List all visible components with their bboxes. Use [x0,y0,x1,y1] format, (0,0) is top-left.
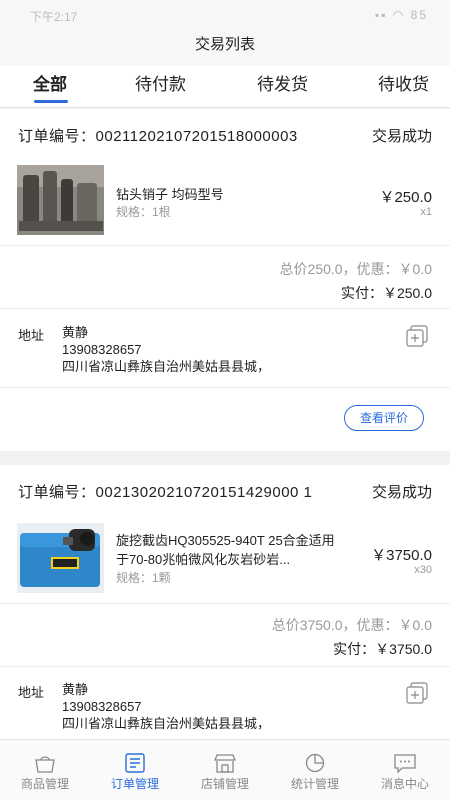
bottom-navigation: 商品管理 订单管理 店铺管理 统计管理 消息中心 [0,739,450,800]
address-label: 地址 [18,685,45,700]
nav-statistics[interactable]: 统计管理 [270,740,360,800]
nav-label: 店铺管理 [200,777,249,791]
order-list-icon [125,753,145,773]
view-review-button[interactable]: 查看评价 [344,405,424,431]
order-paid: 实付：￥3750.0 [333,641,432,657]
order-number: 订单编号：00211202107201518000003 [18,125,298,146]
nav-message-center[interactable]: 消息中心 [360,740,450,800]
product-name: 旋挖截齿HQ305525-940T 25合金适用于70-80兆帕微风化灰岩砂岩.… [116,533,335,567]
recipient-address: 四川省凉山彝族自治州美姑县县城， [62,716,271,731]
product-name: 钻头销子 均码型号 [116,187,224,202]
nav-label: 统计管理 [290,777,339,791]
divider [0,245,450,246]
order-number-label: 订单编号： [18,484,96,501]
divider [0,387,450,388]
order-card[interactable]: 订单编号：00211202107201518000003 交易成功 钻头销子 均… [0,109,450,451]
order-number-value: 00213020210720151429000 1 [95,484,313,501]
recipient-phone: 13908328657 [62,342,142,357]
product-image[interactable] [17,523,104,593]
divider [0,308,450,309]
tab-all[interactable]: 全部 [33,70,67,95]
tab-pending-payment[interactable]: 待付款 [135,70,186,95]
divider [0,666,450,667]
tab-pending-shipment[interactable]: 待发货 [257,70,308,95]
recipient-phone: 13908328657 [62,699,142,714]
product-price: ￥250.0 [379,189,432,206]
store-icon [214,754,236,773]
product-quantity: x1 [420,206,432,218]
active-tab-indicator [34,100,68,103]
bag-icon [35,756,55,773]
nav-store-management[interactable]: 店铺管理 [180,740,270,800]
pie-chart-icon [305,753,325,773]
product-quantity: x30 [414,564,432,576]
recipient-name: 黄静 [62,682,89,697]
nav-product-management[interactable]: 商品管理 [0,740,90,800]
copy-icon[interactable] [406,325,428,347]
status-indicators: ▪▪ ◠ 85 [375,8,428,22]
order-number-value: 00211202107201518000003 [95,128,298,145]
product-price: ￥3750.0 [371,547,432,564]
copy-icon[interactable] [406,682,428,704]
order-list: 订单编号：00211202107201518000003 交易成功 钻头销子 均… [0,109,450,739]
order-total: 总价3750.0，优惠：￥0.0 [271,617,432,633]
nav-order-management[interactable]: 订单管理 [90,740,180,800]
recipient-name: 黄静 [62,325,89,340]
product-spec: 规格：1颗 [116,571,171,585]
order-status: 交易成功 [371,484,432,501]
nav-label: 商品管理 [20,777,69,791]
order-number: 订单编号：00213020210720151429000 1 [18,481,312,502]
status-time: 下午2:17 [30,10,78,24]
message-icon [394,754,416,773]
tab-pending-receipt[interactable]: 待收货 [378,70,429,95]
divider [0,603,450,604]
order-tabs: 全部 待付款 待发货 待收货 [0,66,450,108]
recipient-address: 四川省凉山彝族自治州美姑县县城， [62,359,271,374]
order-card[interactable]: 订单编号：00213020210720151429000 1 交易成功 旋挖截齿… [0,465,450,739]
order-number-label: 订单编号： [18,128,96,145]
address-label: 地址 [18,328,45,343]
order-status: 交易成功 [371,128,432,145]
nav-label: 订单管理 [110,777,159,791]
order-total: 总价250.0，优惠：￥0.0 [279,261,433,277]
order-paid: 实付：￥250.0 [340,285,432,301]
status-bar: 下午2:17 ▪▪ ◠ 85 [0,0,450,30]
nav-label: 消息中心 [380,777,429,791]
product-image[interactable] [17,165,104,235]
page-title: 交易列表 [0,30,450,68]
product-spec: 规格：1根 [116,205,171,219]
